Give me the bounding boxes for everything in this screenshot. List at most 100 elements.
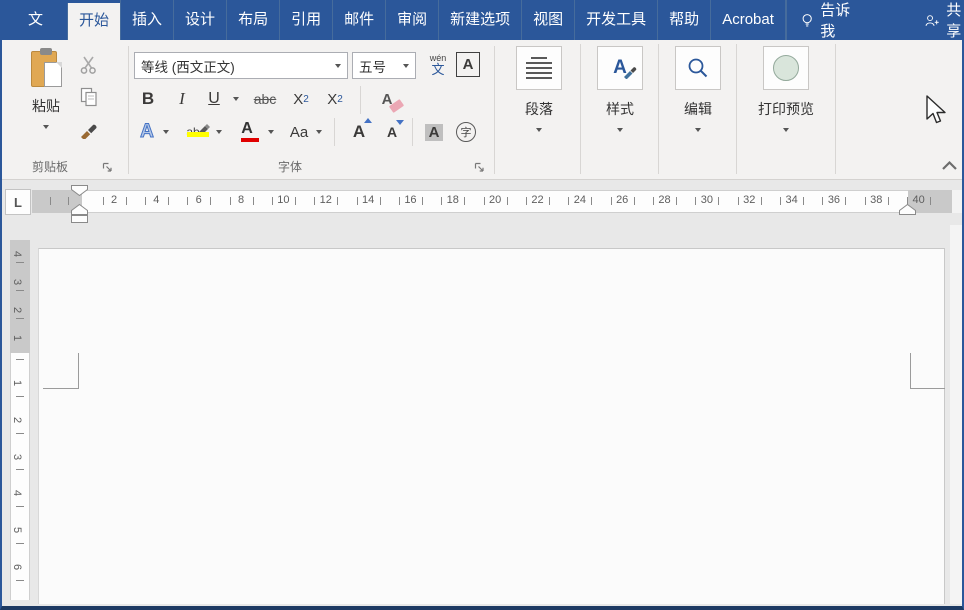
tab-5[interactable]: 邮件 [332, 0, 385, 40]
first-line-indent-marker[interactable] [71, 185, 88, 196]
green-circle-icon [763, 46, 809, 90]
tab-7[interactable]: 新建选项 [438, 0, 521, 40]
horizontal-ruler[interactable]: L 246810121416182022242628303234363840 [2, 180, 962, 225]
tab-2[interactable]: 设计 [173, 0, 226, 40]
tab-4[interactable]: 引用 [279, 0, 332, 40]
paste-button[interactable]: 粘贴 [18, 48, 74, 152]
enclose-characters-button[interactable]: 字 [452, 118, 480, 146]
share-button[interactable]: 共享 [911, 0, 964, 40]
paragraph-group-button[interactable]: 段落 [499, 46, 579, 172]
ruler-tick [611, 197, 612, 205]
ruler-number: 28 [658, 194, 670, 206]
grow-font-icon: A [353, 122, 365, 142]
underline-dropdown-arrow[interactable] [233, 97, 239, 101]
text-effects-dropdown-arrow[interactable] [163, 130, 169, 134]
change-case-dropdown-arrow[interactable] [316, 130, 322, 134]
ruler-number: 16 [404, 194, 416, 206]
ruler-number: 10 [277, 194, 289, 206]
clipboard-dialog-launcher[interactable] [102, 160, 114, 172]
character-border-icon: A [456, 52, 480, 77]
ruler-tick [295, 197, 296, 205]
ruler-tick [230, 197, 231, 205]
ruler-number: 32 [743, 194, 755, 206]
ruler-number: 34 [785, 194, 797, 206]
tab-8[interactable]: 视图 [521, 0, 574, 40]
ruler-tick [676, 197, 677, 205]
hanging-indent-marker[interactable] [71, 204, 88, 215]
ruler-tick [865, 197, 866, 205]
ruler-number: 2 [11, 417, 23, 423]
tab-1[interactable]: 插入 [120, 0, 173, 40]
ruler-tick [16, 469, 24, 470]
tab-9[interactable]: 开发工具 [574, 0, 657, 40]
margin-corner-mark-topleft-v [78, 353, 79, 388]
tab-file[interactable]: 文件 [2, 0, 67, 40]
print-preview-group-button[interactable]: 打印预览 [739, 46, 833, 172]
paste-dropdown-arrow[interactable] [43, 125, 49, 129]
format-painter-button[interactable] [76, 116, 102, 142]
tab-11[interactable]: Acrobat [710, 0, 786, 40]
paste-clipboard-icon [29, 48, 63, 90]
ruler-tick [484, 197, 485, 205]
subscript-button[interactable]: X2 [288, 86, 314, 112]
strikethrough-button[interactable]: abc [248, 86, 282, 112]
ruler-number: 2 [111, 194, 117, 206]
collapse-ribbon-button[interactable] [938, 156, 960, 174]
font-name-combobox[interactable]: 等线 (西文正文) [134, 52, 348, 79]
copy-button[interactable] [76, 84, 102, 110]
ruler-tick [16, 433, 24, 434]
ruler-number: 4 [11, 490, 23, 496]
ruler-tick [464, 197, 465, 205]
shrink-font-button[interactable]: A [378, 118, 406, 146]
tab-0[interactable]: 开始 [67, 3, 120, 40]
font-size-dropdown-arrow[interactable] [403, 64, 409, 68]
ruler-number: 6 [196, 194, 202, 206]
superscript-button[interactable]: X2 [322, 86, 348, 112]
font-size-combobox[interactable]: 五号 [352, 52, 416, 79]
tab-6[interactable]: 审阅 [385, 0, 438, 40]
phonetic-guide-button[interactable]: wén 文 [424, 49, 452, 81]
text-effects-button[interactable]: A [134, 118, 160, 146]
scrollbar-zone[interactable] [950, 225, 962, 604]
left-indent-marker[interactable] [71, 215, 88, 223]
highlight-dropdown-arrow[interactable] [216, 130, 222, 134]
ruler-tick [16, 543, 24, 544]
font-color-button[interactable]: A [232, 118, 262, 146]
editing-group-label: 编辑 [684, 99, 712, 119]
font-dialog-launcher[interactable] [474, 160, 486, 172]
text-highlight-button[interactable]: ab [178, 118, 208, 146]
ruler-tick [210, 197, 211, 205]
ruler-number: 1 [11, 335, 23, 341]
ruler-tick [253, 197, 254, 205]
underline-button[interactable]: U [202, 86, 226, 112]
tell-me-button[interactable]: 告诉我 [786, 0, 867, 40]
right-indent-marker[interactable] [899, 204, 916, 215]
clear-formatting-button[interactable]: A [370, 86, 404, 112]
font-color-dropdown-arrow[interactable] [268, 130, 274, 134]
bold-button[interactable]: B [136, 86, 160, 112]
change-case-button[interactable]: Aa [284, 118, 314, 146]
character-border-button[interactable]: A [456, 52, 480, 77]
ribbon-tab-bar: 文件 开始插入设计布局引用邮件审阅新建选项视图开发工具帮助Acrobat 告诉我 [2, 0, 962, 40]
ruler-tick [695, 197, 696, 205]
text-highlight-icon: ab [186, 125, 199, 139]
ruler-tick [314, 197, 315, 205]
document-area: 4321123456 [2, 225, 962, 604]
lightbulb-icon [801, 11, 813, 30]
character-shading-button[interactable]: A [420, 118, 448, 146]
tab-selector-button[interactable]: L [5, 189, 31, 215]
italic-button[interactable]: I [170, 86, 194, 112]
font-size-value: 五号 [359, 56, 386, 76]
shrink-font-icon: A [387, 124, 397, 140]
grow-font-button[interactable]: A [344, 118, 374, 146]
ruler-tick [16, 506, 24, 507]
editing-group-button[interactable]: 编辑 [660, 46, 736, 172]
font-name-dropdown-arrow[interactable] [335, 64, 341, 68]
ruler-number: 3 [11, 454, 23, 460]
styles-group-button[interactable]: A 样式 [582, 46, 658, 172]
tab-3[interactable]: 布局 [226, 0, 279, 40]
ruler-tick [761, 197, 762, 205]
cut-button[interactable] [76, 52, 102, 78]
document-page[interactable] [38, 248, 945, 604]
tab-10[interactable]: 帮助 [657, 0, 710, 40]
